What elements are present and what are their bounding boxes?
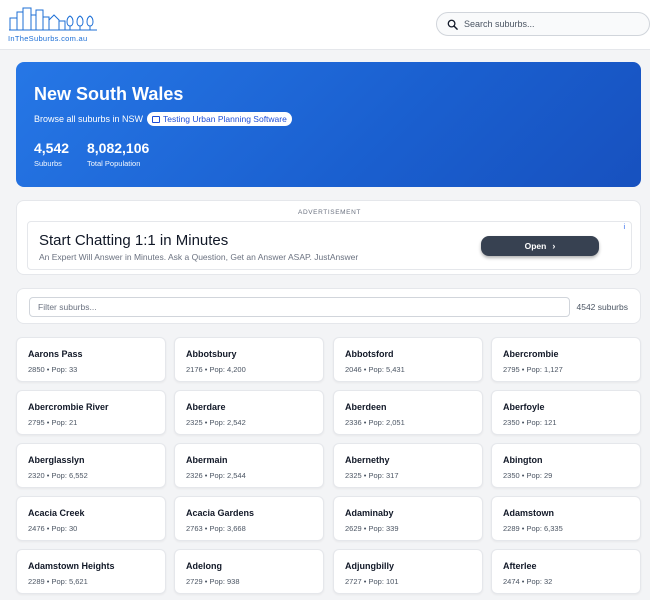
- suburb-meta: 2795 • Pop: 1,127: [503, 365, 563, 374]
- suburb-meta: 2476 • Pop: 30: [28, 524, 78, 533]
- card-icon: [152, 115, 161, 123]
- suburb-name: Abercrombie: [503, 349, 559, 359]
- suburb-card[interactable]: Abercrombie River 2795 • Pop: 21: [16, 390, 166, 435]
- suburb-name: Abercrombie River: [28, 402, 109, 412]
- filter-bar: 4542 suburbs: [16, 288, 641, 324]
- suburb-card[interactable]: Afterlee 2474 • Pop: 32: [491, 549, 641, 594]
- suburb-card[interactable]: Abbotsford 2046 • Pop: 5,431: [333, 337, 483, 382]
- ad-banner[interactable]: Start Chatting 1:1 in Minutes An Expert …: [27, 221, 632, 270]
- suburb-name: Abermain: [186, 455, 228, 465]
- chevron-right-icon: ›: [552, 241, 556, 251]
- suburb-name: Abbotsbury: [186, 349, 237, 359]
- site-logo[interactable]: InTheSuburbs.com.au: [8, 6, 98, 44]
- ad-open-label: Open: [524, 241, 547, 251]
- suburb-name: Adamstown Heights: [28, 561, 115, 571]
- state-hero: New South Wales Browse all suburbs in NS…: [16, 62, 641, 187]
- ad-text: An Expert Will Answer in Minutes. Ask a …: [39, 252, 359, 262]
- suburb-name: Aberdare: [186, 402, 226, 412]
- stat-label: Suburbs: [34, 159, 62, 168]
- suburb-card[interactable]: Aberdare 2325 • Pop: 2,542: [174, 390, 324, 435]
- suburb-meta: 2350 • Pop: 29: [503, 471, 553, 480]
- suburb-card[interactable]: Abernethy 2325 • Pop: 317: [333, 443, 483, 488]
- suburb-name: Abernethy: [345, 455, 390, 465]
- suburb-card[interactable]: Aarons Pass 2850 • Pop: 33: [16, 337, 166, 382]
- suburb-meta: 2629 • Pop: 339: [345, 524, 399, 533]
- page-title: New South Wales: [34, 84, 184, 104]
- suburb-meta: 2727 • Pop: 101: [345, 577, 399, 586]
- suburb-meta: 2729 • Pop: 938: [186, 577, 240, 586]
- ad-info-icon[interactable]: i: [623, 224, 625, 231]
- top-bar: InTheSuburbs.com.au: [0, 0, 650, 50]
- suburb-meta: 2325 • Pop: 317: [345, 471, 399, 480]
- search-input[interactable]: [464, 19, 634, 29]
- suburb-name: Abbotsford: [345, 349, 394, 359]
- suburb-name: Acacia Gardens: [186, 508, 255, 518]
- suburb-meta: 2289 • Pop: 5,621: [28, 577, 88, 586]
- ad-title[interactable]: Start Chatting 1:1 in Minutes: [39, 232, 228, 249]
- logo-text: InTheSuburbs.com.au: [8, 34, 88, 43]
- ad-open-button[interactable]: Open ›: [481, 236, 599, 256]
- suburb-name: Afterlee: [503, 561, 537, 571]
- filter-input[interactable]: [29, 297, 570, 317]
- suburb-meta: 2320 • Pop: 6,552: [28, 471, 88, 480]
- hero-badge-link[interactable]: Testing Urban Planning Software: [147, 112, 292, 126]
- suburb-meta: 2795 • Pop: 21: [28, 418, 78, 427]
- suburb-name: Aarons Pass: [28, 349, 83, 359]
- suburb-meta: 2336 • Pop: 2,051: [345, 418, 405, 427]
- suburb-name: Aberfoyle: [503, 402, 545, 412]
- suburb-name: Adelong: [186, 561, 222, 571]
- suburb-card[interactable]: Adamstown Heights 2289 • Pop: 5,621: [16, 549, 166, 594]
- suburb-name: Adjungbilly: [345, 561, 394, 571]
- suburb-count: 4542 suburbs: [576, 302, 628, 312]
- suburb-card[interactable]: Abercrombie 2795 • Pop: 1,127: [491, 337, 641, 382]
- suburb-meta: 2326 • Pop: 2,544: [186, 471, 246, 480]
- suburb-name: Aberglasslyn: [28, 455, 85, 465]
- suburb-meta: 2474 • Pop: 32: [503, 577, 553, 586]
- hero-subtitle-text: Browse all suburbs in NSW: [34, 114, 144, 124]
- suburb-name: Aberdeen: [345, 402, 387, 412]
- stat-population: 8,082,106 Total Population: [87, 140, 149, 168]
- stat-value: 4,542: [34, 140, 70, 156]
- search-icon: [447, 19, 458, 30]
- suburb-card[interactable]: Acacia Gardens 2763 • Pop: 3,668: [174, 496, 324, 541]
- suburb-card[interactable]: Adaminaby 2629 • Pop: 339: [333, 496, 483, 541]
- suburb-card[interactable]: Abermain 2326 • Pop: 2,544: [174, 443, 324, 488]
- skyline-logo-icon: [9, 7, 97, 31]
- hero-badge-label: Testing Urban Planning Software: [163, 114, 287, 124]
- suburb-name: Abington: [503, 455, 543, 465]
- suburb-name: Adamstown: [503, 508, 555, 518]
- suburb-card[interactable]: Adamstown 2289 • Pop: 6,335: [491, 496, 641, 541]
- suburb-name: Acacia Creek: [28, 508, 85, 518]
- ad-label: ADVERTISEMENT: [298, 209, 361, 216]
- stat-value: 8,082,106: [87, 140, 150, 156]
- suburb-meta: 2176 • Pop: 4,200: [186, 365, 246, 374]
- suburb-card[interactable]: Acacia Creek 2476 • Pop: 30: [16, 496, 166, 541]
- header-search[interactable]: [436, 12, 650, 36]
- suburb-card[interactable]: Adjungbilly 2727 • Pop: 101: [333, 549, 483, 594]
- suburb-card[interactable]: Abbotsbury 2176 • Pop: 4,200: [174, 337, 324, 382]
- hero-subtitle: Browse all suburbs in NSW Testing Urban …: [34, 112, 292, 126]
- suburb-meta: 2046 • Pop: 5,431: [345, 365, 405, 374]
- stat-label: Total Population: [87, 159, 141, 168]
- suburb-meta: 2763 • Pop: 3,668: [186, 524, 246, 533]
- suburb-name: Adaminaby: [345, 508, 394, 518]
- suburb-meta: 2325 • Pop: 2,542: [186, 418, 246, 427]
- advertisement: ADVERTISEMENT Start Chatting 1:1 in Minu…: [16, 200, 641, 275]
- suburb-meta: 2289 • Pop: 6,335: [503, 524, 563, 533]
- suburb-meta: 2350 • Pop: 121: [503, 418, 557, 427]
- suburb-card[interactable]: Aberglasslyn 2320 • Pop: 6,552: [16, 443, 166, 488]
- suburb-meta: 2850 • Pop: 33: [28, 365, 78, 374]
- suburb-card[interactable]: Aberdeen 2336 • Pop: 2,051: [333, 390, 483, 435]
- suburb-card[interactable]: Aberfoyle 2350 • Pop: 121: [491, 390, 641, 435]
- suburb-card[interactable]: Abington 2350 • Pop: 29: [491, 443, 641, 488]
- stat-suburbs: 4,542 Suburbs: [34, 140, 69, 168]
- suburb-card[interactable]: Adelong 2729 • Pop: 938: [174, 549, 324, 594]
